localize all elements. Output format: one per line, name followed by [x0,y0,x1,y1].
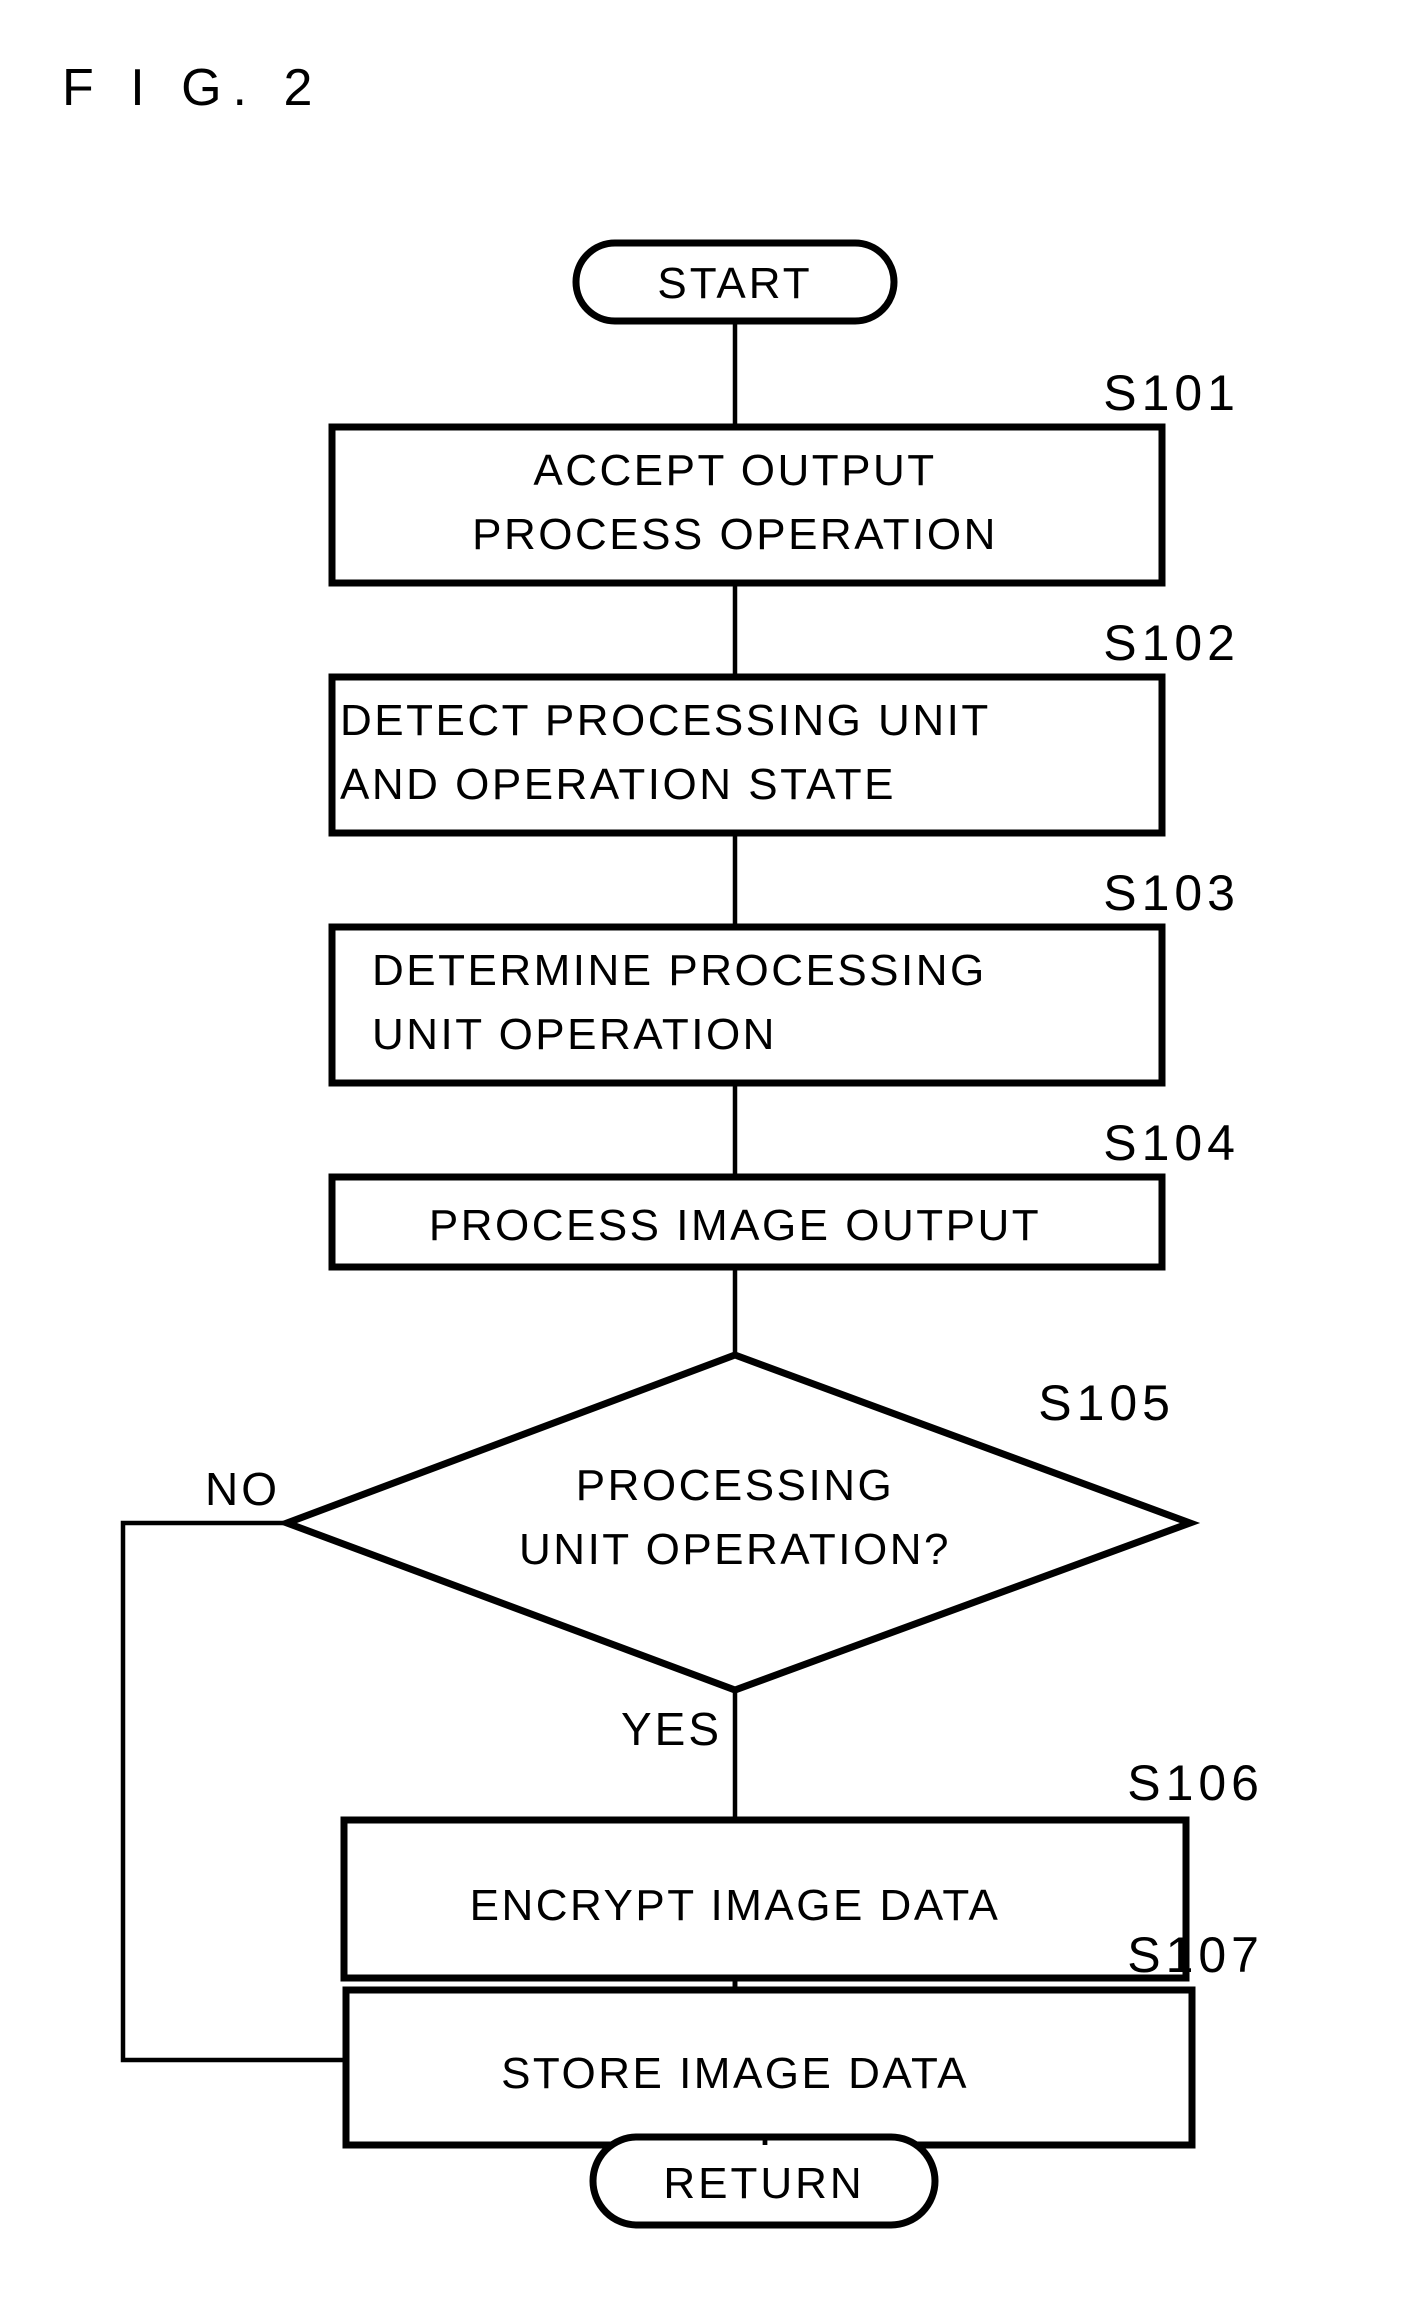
s103-label-line1: DETERMINE PROCESSING [372,946,987,995]
s105-label-line1: PROCESSING [576,1461,894,1510]
node-start: START [572,239,898,325]
s104-step-number: S104 [1103,1115,1240,1171]
s106-step-number: S106 [1127,1755,1264,1811]
s106-label-line1: ENCRYPT IMAGE DATA [470,1881,1001,1930]
return-label: RETURN [663,2159,864,2208]
branch-label-yes: YES [621,1703,722,1755]
node-s101: ACCEPT OUTPUT PROCESS OPERATION S101 [328,365,1240,587]
node-s102: DETECT PROCESSING UNIT AND OPERATION STA… [328,615,1240,837]
node-s106: ENCRYPT IMAGE DATA S106 [340,1755,1264,1982]
s107-label-line1: STORE IMAGE DATA [501,2049,969,2098]
node-s105: PROCESSING UNIT OPERATION? S105 NO YES [205,1351,1201,1755]
s102-step-number: S102 [1103,615,1240,671]
node-s103: DETERMINE PROCESSING UNIT OPERATION S103 [328,865,1240,1087]
s101-step-number: S101 [1103,365,1240,421]
node-s104: PROCESS IMAGE OUTPUT S104 [328,1115,1240,1271]
start-label: START [657,259,812,308]
s104-label-line1: PROCESS IMAGE OUTPUT [429,1201,1041,1250]
figure-page: F I G. 2 START ACCEPT OUTPUT PROCESS OPE… [0,0,1414,2322]
s102-label-line2: AND OPERATION STATE [340,760,896,809]
flowchart-canvas: START ACCEPT OUTPUT PROCESS OPERATION S1… [120,239,1264,2229]
s103-label-line2: UNIT OPERATION [372,1010,777,1059]
branch-label-no: NO [205,1463,280,1515]
node-return: RETURN [589,2133,939,2229]
s105-step-number: S105 [1038,1375,1175,1431]
s103-step-number: S103 [1103,865,1240,921]
s107-step-number: S107 [1127,1927,1264,1983]
s105-label-line2: UNIT OPERATION? [519,1525,951,1574]
s102-label-line1: DETECT PROCESSING UNIT [340,696,991,745]
s101-label-line1: ACCEPT OUTPUT [533,446,936,495]
s101-label-line2: PROCESS OPERATION [472,510,998,559]
